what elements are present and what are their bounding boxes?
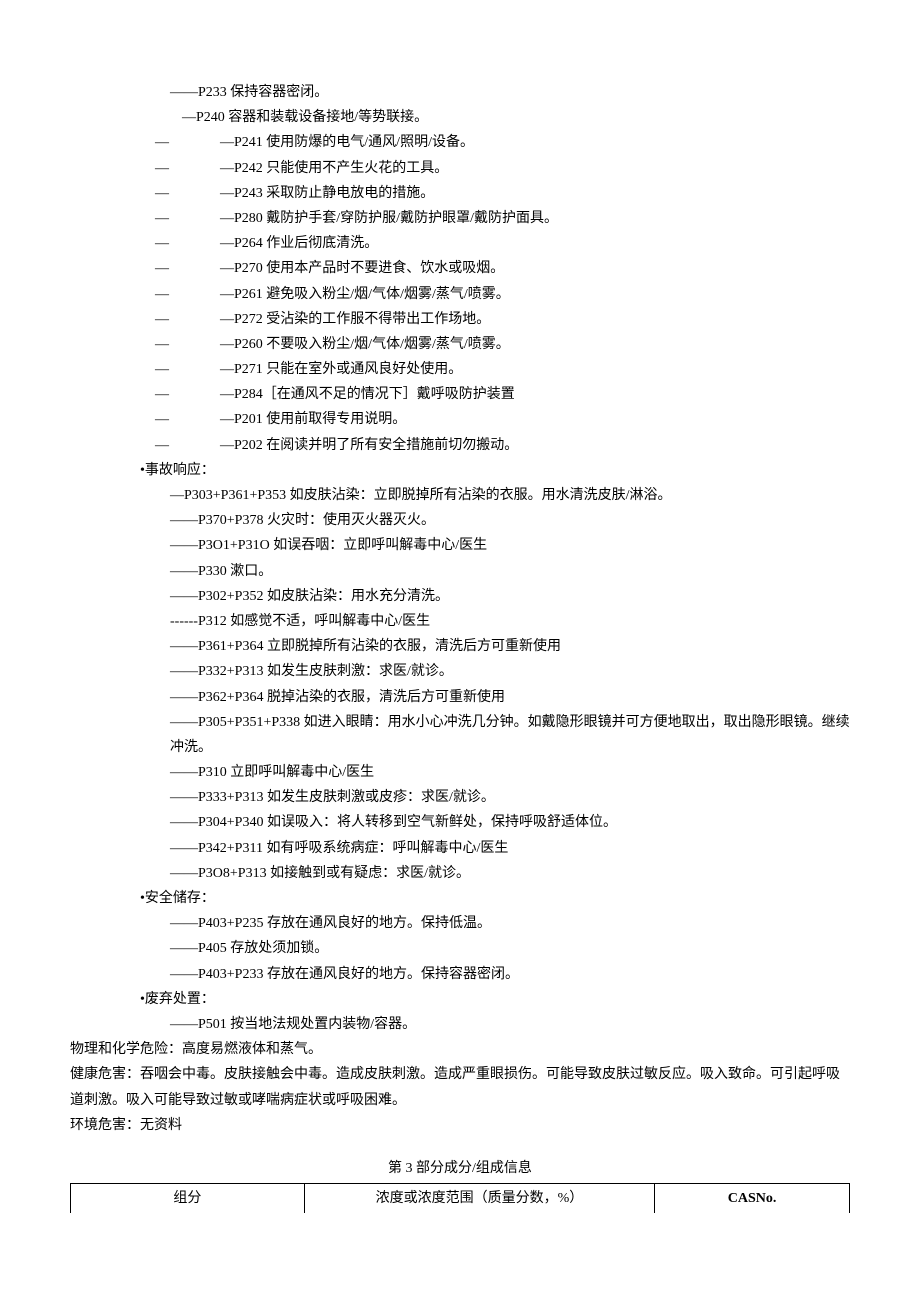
list-item: ——P342+P311 如有呼吸系统病症：呼叫解毒中心/医生 [170, 836, 850, 861]
list-item: ——P333+P313 如发生皮肤刺激或皮疹：求医/就诊。 [170, 785, 850, 810]
safe-storage-block: ——P403+P235 存放在通风良好的地方。保持低温。 ——P405 存放处须… [70, 911, 850, 987]
list-item: ——P271 只能在室外或通风良好处使用。 [155, 357, 850, 382]
p-code-text: —P201 使用前取得专用说明。 [220, 407, 406, 432]
list-item: ——P280 戴防护手套/穿防护服/戴防护眼罩/戴防护面具。 [155, 206, 850, 231]
p-code-text: —P242 只能使用不产生火花的工具。 [220, 156, 448, 181]
list-item: ——P242 只能使用不产生火花的工具。 [155, 156, 850, 181]
list-item: ——P304+P340 如误吸入：将人转移到空气新鲜处，保持呼吸舒适体位。 [170, 810, 850, 835]
list-item: ——P260 不要吸入粉尘/烟/气体/烟雾/蒸气/喷雾。 [155, 332, 850, 357]
prevention-line: —P240 容器和装载设备接地/等势联接。 [70, 105, 850, 130]
list-item: ——P261 避免吸入粉尘/烟/气体/烟雾/蒸气/喷雾。 [155, 282, 850, 307]
list-item: ——P201 使用前取得专用说明。 [155, 407, 850, 432]
p-code-text: —P272 受沾染的工作服不得带出工作场地。 [220, 307, 490, 332]
list-item: ——P361+P364 立即脱掉所有沾染的衣服，清洗后方可重新使用 [170, 634, 850, 659]
environmental-hazard: 环境危害：无资料 [70, 1113, 850, 1138]
p-code-text: —P280 戴防护手套/穿防护服/戴防护眼罩/戴防护面具。 [220, 206, 558, 231]
physical-chemical-hazard: 物理和化学危险：高度易燃液体和蒸气。 [70, 1037, 850, 1062]
list-item: ——P362+P364 脱掉沾染的衣服，清洗后方可重新使用 [170, 685, 850, 710]
list-item: ——P501 按当地法规处置内装物/容器。 [170, 1012, 850, 1037]
list-item: ——P310 立即呼叫解毒中心/医生 [170, 760, 850, 785]
p-code-text: —P241 使用防爆的电气/通风/照明/设备。 [220, 130, 474, 155]
list-item: ——P330 漱口。 [170, 559, 850, 584]
p-code-text: —P284［在通风不足的情况下］戴呼吸防护装置 [220, 382, 515, 407]
p-code-text: —P260 不要吸入粉尘/烟/气体/烟雾/蒸气/喷雾。 [220, 332, 510, 357]
prevention-line: ——P233 保持容器密闭。 [70, 80, 850, 105]
list-item: ——P403+P233 存放在通风良好的地方。保持容器密闭。 [170, 962, 850, 987]
list-item: ——P302+P352 如皮肤沾染：用水充分清洗。 [170, 584, 850, 609]
table-header-concentration: 浓度或浓度范围（质量分数，%） [304, 1184, 655, 1214]
safe-storage-header: •安全储存： [70, 886, 850, 911]
list-item: —P303+P361+P353 如皮肤沾染：立即脱掉所有沾染的衣服。用水清洗皮肤… [170, 483, 850, 508]
health-hazard: 健康危害：吞咽会中毒。皮肤接触会中毒。造成皮肤刺激。造成严重眼损伤。可能导致皮肤… [70, 1062, 850, 1112]
table-row: 组分 浓度或浓度范围（质量分数，%） CASNo. [71, 1184, 850, 1214]
p-code-text: —P271 只能在室外或通风良好处使用。 [220, 357, 462, 382]
list-item: ——P3O8+P313 如接触到或有疑虑：求医/就诊。 [170, 861, 850, 886]
p-code-text: —P261 避免吸入粉尘/烟/气体/烟雾/蒸气/喷雾。 [220, 282, 510, 307]
prevention-dash-block: ——P241 使用防爆的电气/通风/照明/设备。 ——P242 只能使用不产生火… [70, 130, 850, 457]
list-item: ——P332+P313 如发生皮肤刺激：求医/就诊。 [170, 659, 850, 684]
list-item: ——P3O1+P31O 如误吞咽：立即呼叫解毒中心/医生 [170, 533, 850, 558]
list-item: ——P243 采取防止静电放电的措施。 [155, 181, 850, 206]
p-code-text: —P202 在阅读并明了所有安全措施前切勿搬动。 [220, 433, 518, 458]
list-item: ——P305+P351+P338 如进入眼睛：用水小心冲洗几分钟。如戴隐形眼镜并… [170, 710, 850, 760]
list-item: ——P272 受沾染的工作服不得带出工作场地。 [155, 307, 850, 332]
list-item: ——P241 使用防爆的电气/通风/照明/设备。 [155, 130, 850, 155]
p-code-text: —P264 作业后彻底清洗。 [220, 231, 378, 256]
p-code-text: —P243 采取防止静电放电的措施。 [220, 181, 434, 206]
list-item: ——P202 在阅读并明了所有安全措施前切勿搬动。 [155, 433, 850, 458]
composition-table: 组分 浓度或浓度范围（质量分数，%） CASNo. [70, 1183, 850, 1213]
table-header-component: 组分 [71, 1184, 305, 1214]
list-item: ——P270 使用本产品时不要进食、饮水或吸烟。 [155, 256, 850, 281]
list-item: ——P403+P235 存放在通风良好的地方。保持低温。 [170, 911, 850, 936]
list-item: ——P264 作业后彻底清洗。 [155, 231, 850, 256]
list-item: ------P312 如感觉不适，呼叫解毒中心/医生 [170, 609, 850, 634]
list-item: ——P370+P378 火灾时：使用灭火器灭火。 [170, 508, 850, 533]
accident-response-header: •事故响应： [70, 458, 850, 483]
list-item: ——P284［在通风不足的情况下］戴呼吸防护装置 [155, 382, 850, 407]
accident-response-block: —P303+P361+P353 如皮肤沾染：立即脱掉所有沾染的衣服。用水清洗皮肤… [70, 483, 850, 886]
table-header-casno: CASNo. [655, 1184, 850, 1214]
disposal-header: •废弃处置： [70, 987, 850, 1012]
list-item: ——P405 存放处须加锁。 [170, 936, 850, 961]
section-3-title: 第 3 部分成分/组成信息 [70, 1156, 850, 1181]
disposal-block: ——P501 按当地法规处置内装物/容器。 [70, 1012, 850, 1037]
p-code-text: —P270 使用本产品时不要进食、饮水或吸烟。 [220, 256, 504, 281]
